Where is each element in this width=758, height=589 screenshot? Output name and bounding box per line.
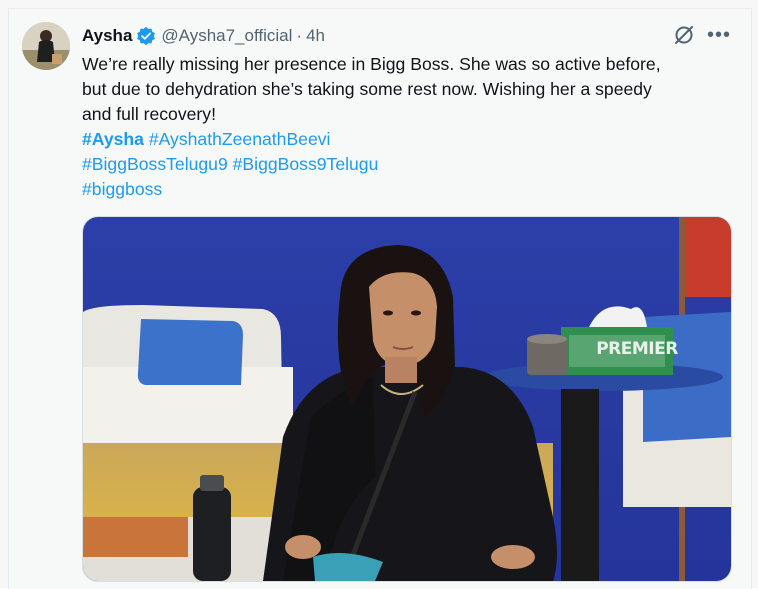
hashtag-line: #biggboss bbox=[82, 177, 732, 202]
verified-badge-icon bbox=[137, 26, 156, 46]
tweet-header: Aysha @Aysha7_official · 4h bbox=[82, 24, 325, 48]
hashtag-link[interactable]: #biggboss bbox=[82, 179, 162, 199]
tweet-text-line: and full recovery! bbox=[82, 104, 216, 124]
avatar-image bbox=[22, 22, 70, 70]
tweet-text: We’re really missing her presence in Big… bbox=[82, 52, 732, 202]
hashtag-line: #BiggBossTelugu9 #BiggBoss9Telugu bbox=[82, 152, 732, 177]
media-photo bbox=[83, 217, 731, 581]
timestamp[interactable]: 4h bbox=[306, 26, 325, 46]
tweet-text-line: but due to dehydration she’s taking some… bbox=[82, 79, 652, 99]
hashtag-link[interactable]: #Aysha bbox=[82, 129, 144, 149]
avatar[interactable] bbox=[22, 22, 70, 70]
header-separator: · bbox=[296, 26, 303, 45]
tweet-text-line: We’re really missing her presence in Big… bbox=[82, 54, 661, 74]
tweet-media-image[interactable]: PREMIER bbox=[82, 216, 732, 582]
more-options-icon[interactable]: ••• bbox=[707, 25, 731, 45]
media-sign-text: PREMIER bbox=[596, 339, 678, 359]
author-handle[interactable]: @Aysha7_official bbox=[161, 26, 292, 46]
hashtag-link[interactable]: #AyshathZeenathBeevi bbox=[149, 129, 331, 149]
author-name[interactable]: Aysha bbox=[82, 26, 132, 46]
hashtag-link[interactable]: #BiggBossTelugu9 bbox=[82, 154, 228, 174]
hashtag-link[interactable]: #BiggBoss9Telugu bbox=[233, 154, 379, 174]
hashtag-line: #Aysha #AyshathZeenathBeevi bbox=[82, 127, 732, 152]
header-actions: ••• bbox=[673, 24, 731, 46]
grok-icon[interactable] bbox=[673, 24, 695, 46]
